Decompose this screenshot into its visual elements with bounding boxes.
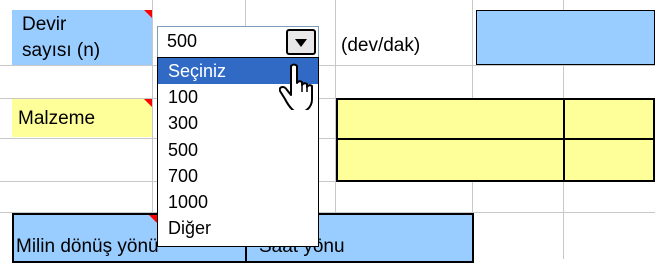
dropdown-option-700[interactable]: 700 [158, 163, 318, 189]
dropdown-option-diger[interactable]: Diğer [158, 215, 318, 241]
dropdown-option-1000[interactable]: 1000 [158, 189, 318, 215]
malzeme-input-cell-1[interactable] [336, 98, 565, 140]
malzeme-label: Malzeme [18, 108, 96, 129]
malzeme-label-cell[interactable]: Malzeme [12, 99, 152, 137]
dropdown-arrow-button[interactable] [286, 29, 316, 55]
malzeme-input-cell-2[interactable] [563, 98, 655, 140]
devir-combobox[interactable]: 500 [157, 26, 319, 58]
devir-label-cell[interactable]: Devir sayısı (n) [12, 10, 152, 65]
hand-cursor-icon [279, 63, 313, 110]
malzeme-input-cell-3[interactable] [336, 138, 565, 182]
comment-indicator-icon [144, 10, 152, 18]
milin-label: Milin dönüş yönü [16, 236, 159, 257]
dropdown-arrow-icon [295, 39, 307, 47]
comment-indicator-icon [149, 215, 157, 223]
devir-value-cell[interactable] [476, 10, 655, 65]
comment-indicator-icon [144, 99, 152, 107]
dropdown-option-300[interactable]: 300 [158, 110, 318, 136]
malzeme-input-cell-4[interactable] [563, 138, 655, 182]
devir-label-line2: sayısı (n) [22, 40, 101, 61]
unit-label: (dev/dak) [341, 35, 421, 56]
dropdown-option-500[interactable]: 500 [158, 137, 318, 163]
devir-label-line1: Devir [22, 14, 67, 35]
combobox-selected-value: 500 [167, 31, 198, 51]
